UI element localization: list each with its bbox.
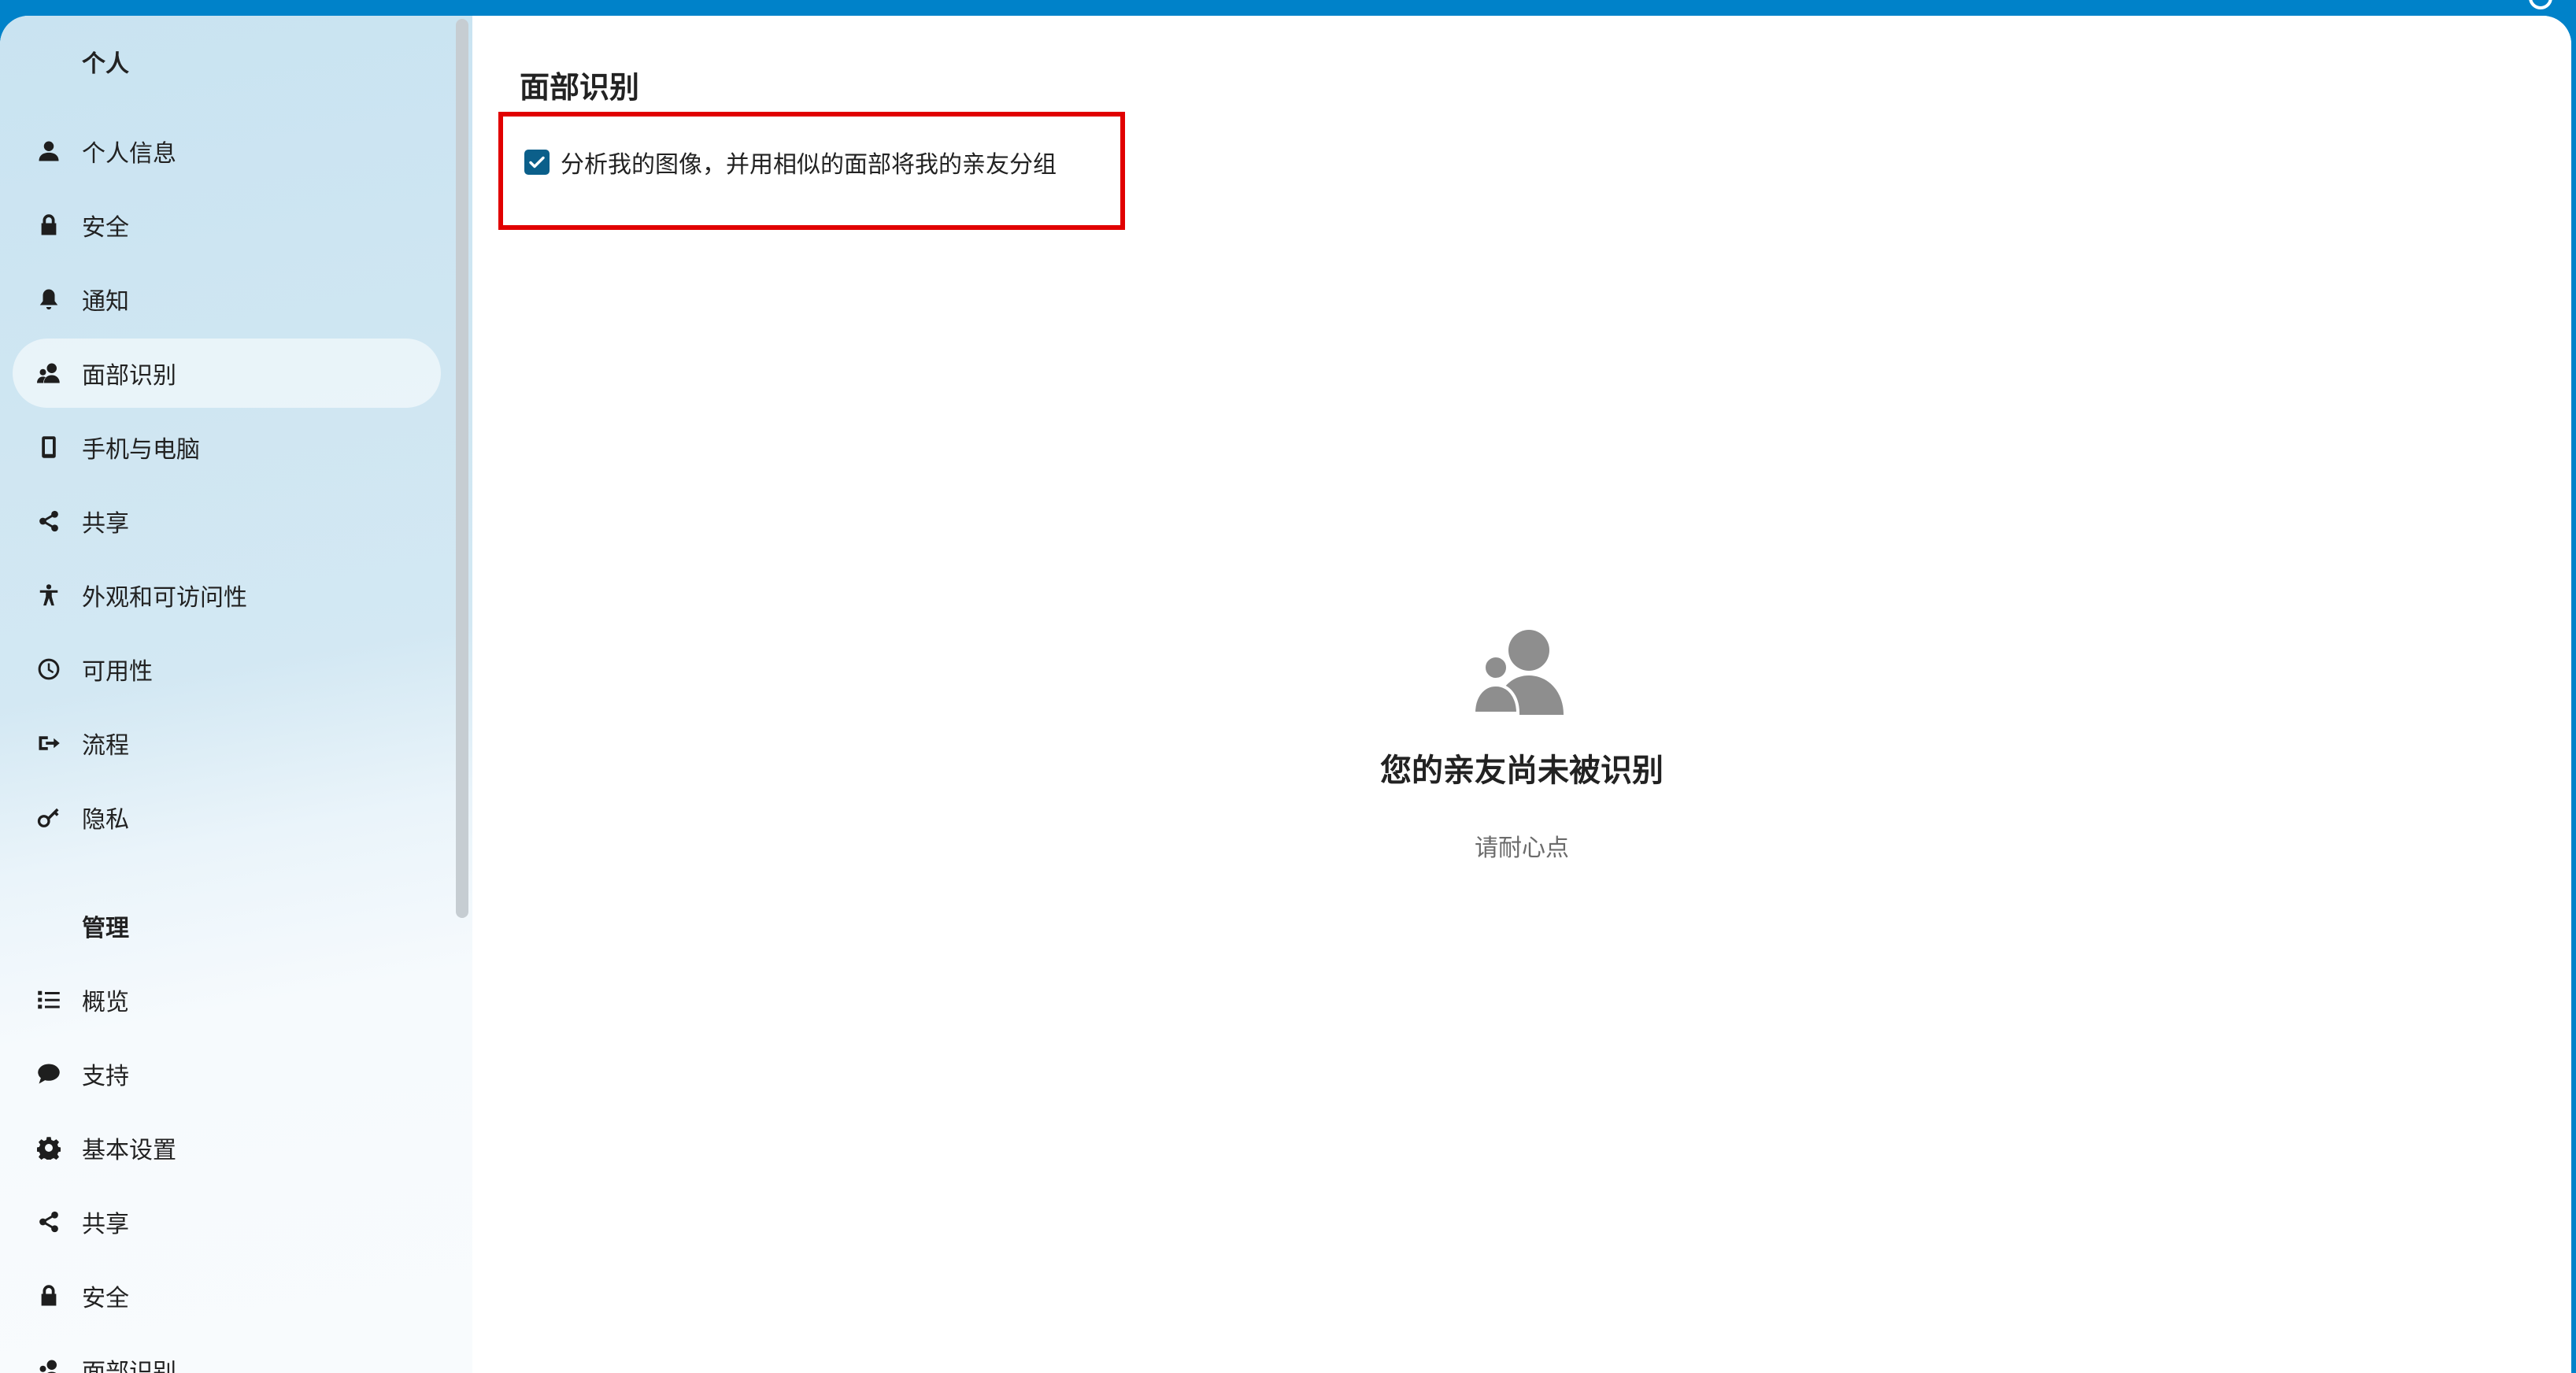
sidebar-item-basic-settings[interactable]: 基本设置 [13, 1113, 441, 1182]
status-ring-icon[interactable] [2529, 0, 2552, 9]
sidebar-item-label: 手机与电脑 [82, 436, 200, 464]
analyze-images-checkbox[interactable]: 分析我的图像，并用相似的面部将我的亲友分组 [524, 145, 1057, 179]
sidebar-caption-admin: 管理 [82, 915, 129, 942]
sidebar-item-label: 可用性 [82, 658, 153, 686]
sidebar-item-label: 隐私 [82, 806, 129, 834]
sidebar-item-label: 外观和可访问性 [82, 584, 247, 612]
phone-icon [36, 435, 61, 460]
sidebar-item-devices[interactable]: 手机与电脑 [13, 413, 441, 482]
flow-icon [36, 731, 61, 756]
sidebar-caption-personal: 个人 [82, 50, 129, 78]
sidebar-item-face-recognition[interactable]: 面部识别 [13, 339, 441, 408]
sidebar-item-label: 安全 [82, 1285, 129, 1312]
people-icon [1471, 622, 1568, 718]
sidebar-item-flow[interactable]: 流程 [13, 709, 441, 778]
list-icon [36, 987, 61, 1012]
sidebar-item-support[interactable]: 支持 [13, 1039, 441, 1108]
sidebar-item-label: 共享 [82, 1211, 129, 1238]
gear-icon [36, 1135, 61, 1160]
user-icon [36, 139, 61, 164]
share-icon [36, 509, 61, 534]
settings-sidebar: 个人 个人信息 安全 通知 面部识别 手机与电脑 共享 外观和可访问性 可用性 … [0, 16, 472, 1373]
sidebar-item-personal-info[interactable]: 个人信息 [13, 117, 441, 186]
empty-state-title: 您的亲友尚未被识别 [1380, 753, 1664, 789]
clock-icon [36, 657, 61, 682]
sidebar-item-availability[interactable]: 可用性 [13, 635, 441, 704]
sidebar-item-label: 面部识别 [82, 362, 176, 390]
sidebar-item-admin-security[interactable]: 安全 [13, 1261, 441, 1330]
lock-icon [36, 213, 61, 238]
sidebar-item-overview[interactable]: 概览 [13, 965, 441, 1034]
sidebar-item-label: 流程 [82, 732, 129, 760]
sidebar-item-label: 面部识别 [82, 1359, 176, 1373]
bell-icon [36, 287, 61, 312]
chat-icon [36, 1061, 61, 1086]
sidebar-item-appearance[interactable]: 外观和可访问性 [13, 561, 441, 630]
settings-content: 面部识别 分析我的图像，并用相似的面部将我的亲友分组 您的亲友尚未被识别 请耐心… [472, 16, 2571, 1373]
people-icon [36, 361, 61, 386]
sidebar-item-privacy[interactable]: 隐私 [13, 783, 441, 852]
sidebar-item-label: 基本设置 [82, 1137, 176, 1164]
checkbox-label: 分析我的图像，并用相似的面部将我的亲友分组 [561, 151, 1057, 179]
app-window: 个人 个人信息 安全 通知 面部识别 手机与电脑 共享 外观和可访问性 可用性 … [0, 16, 2571, 1373]
checkbox-checked-icon[interactable] [524, 150, 550, 175]
sidebar-item-label: 共享 [82, 510, 129, 538]
lock-icon [36, 1283, 61, 1308]
empty-state-subtitle: 请耐心点 [1475, 835, 1569, 862]
people-icon [36, 1357, 61, 1373]
sidebar-item-label: 个人信息 [82, 140, 176, 168]
sidebar-item-admin-face-recognition[interactable]: 面部识别 [13, 1335, 441, 1373]
sidebar-item-label: 支持 [82, 1063, 129, 1090]
key-icon [36, 805, 61, 830]
page-title: 面部识别 [520, 70, 640, 105]
share-icon [36, 1209, 61, 1234]
sidebar-item-label: 概览 [82, 989, 129, 1016]
sidebar-item-label: 通知 [82, 288, 129, 316]
sidebar-item-admin-sharing[interactable]: 共享 [13, 1187, 441, 1256]
sidebar-item-notifications[interactable]: 通知 [13, 265, 441, 334]
accessibility-icon [36, 583, 61, 608]
sidebar-item-label: 安全 [82, 214, 129, 242]
sidebar-item-sharing[interactable]: 共享 [13, 487, 441, 556]
top-bar [0, 0, 2576, 16]
sidebar-item-security[interactable]: 安全 [13, 191, 441, 260]
sidebar-scrollbar[interactable] [456, 19, 468, 918]
